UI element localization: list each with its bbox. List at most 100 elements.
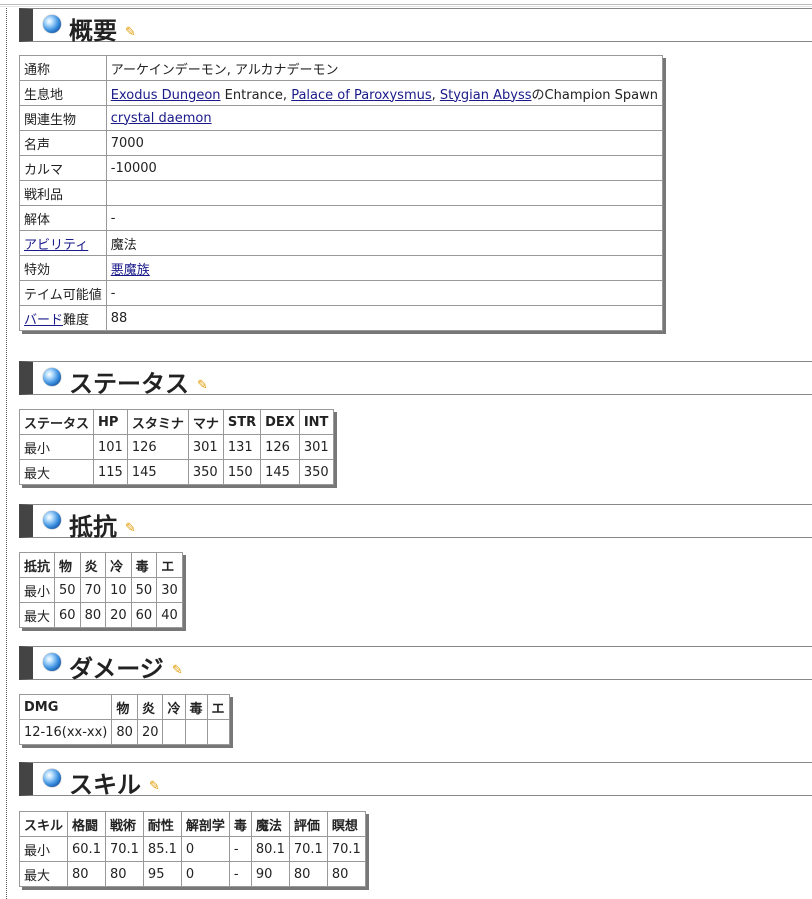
orb-icon <box>43 769 61 787</box>
link-ability[interactable]: アビリティ <box>24 238 88 253</box>
row-value: アーケインデーモン, アルカナデーモン <box>105 55 664 81</box>
link-palace-of-paroxysmus[interactable]: Palace of Paroxysmus <box>291 88 431 103</box>
row-value: 魔法 <box>105 230 664 256</box>
table-cell: 145 <box>126 459 189 485</box>
table-cell: 0 <box>180 861 230 887</box>
section-header-status: ステータス ✎ <box>19 361 812 398</box>
table-cell: - <box>228 836 252 862</box>
table-cell: 85.1 <box>142 836 182 862</box>
orb-icon <box>43 15 61 33</box>
top-border-light <box>0 6 812 7</box>
row-value <box>105 180 664 206</box>
edit-icon[interactable]: ✎ <box>125 25 136 40</box>
table-cell: 126 <box>126 434 189 460</box>
table-row: 特効 悪魔族 <box>19 255 664 281</box>
table-cell: - <box>228 861 252 887</box>
column-header: 耐性 <box>142 811 182 837</box>
row-label: 戦利品 <box>19 180 107 206</box>
column-header: 冷 <box>105 552 132 578</box>
edit-icon[interactable]: ✎ <box>149 779 160 794</box>
table-cell: 101 <box>93 434 128 460</box>
row-value: 悪魔族 <box>105 255 664 281</box>
table-cell: 145 <box>260 459 300 485</box>
column-header: 炎 <box>136 694 164 720</box>
table-header-row: ステータス HP スタミナ マナ STR DEX INT <box>18 409 334 435</box>
column-header: ステータス <box>18 409 95 435</box>
section-header-overview: 概要 ✎ <box>19 8 812 45</box>
row-value: - <box>105 205 664 231</box>
table-cell: 80.1 <box>250 836 290 862</box>
column-header: 物 <box>54 552 81 578</box>
table-cell: 80 <box>104 861 144 887</box>
table-row: テイム可能値 - <box>19 280 664 306</box>
table-row: 通称 アーケインデーモン, アルカナデーモン <box>19 55 664 81</box>
table-row: 関連生物 crystal daemon <box>19 105 664 131</box>
table-cell: 80 <box>111 719 138 745</box>
table-cell: 80 <box>79 602 107 628</box>
column-header: エ <box>156 552 183 578</box>
table-cell: 350 <box>187 459 224 485</box>
table-row: 最小 50 70 10 50 30 <box>18 577 183 603</box>
table-row: 最小 101 126 301 131 126 301 <box>18 434 334 460</box>
column-header: STR <box>222 409 262 435</box>
table-cell: 12-16(xx-xx) <box>18 719 113 745</box>
column-header: エ <box>206 694 230 720</box>
table-row: 最小 60.1 70.1 85.1 0-80.1 70.1 70.1 <box>18 836 366 862</box>
table-cell: 126 <box>260 434 300 460</box>
table-header-row: DMG 物炎冷毒エ <box>18 694 230 720</box>
table-cell: 20 <box>136 719 164 745</box>
table-cell: 80 <box>67 861 106 887</box>
row-label: 通称 <box>19 55 107 81</box>
table-cell: 301 <box>298 434 334 460</box>
edit-icon[interactable]: ✎ <box>197 378 208 393</box>
label-suffix: 難度 <box>63 312 90 328</box>
column-header: スキル <box>18 811 69 837</box>
table-cell: 60 <box>54 602 81 628</box>
edit-icon[interactable]: ✎ <box>125 521 136 536</box>
row-label: カルマ <box>19 155 107 181</box>
table-cell: 10 <box>105 577 132 603</box>
table-cell: 50 <box>130 577 158 603</box>
table-row: 解体 - <box>19 205 664 231</box>
table-row: カルマ -10000 <box>19 155 664 181</box>
section-title-status: ステータス ✎ <box>69 370 208 398</box>
table-row: 最大 60 80 20 60 40 <box>18 602 183 628</box>
column-header: 物 <box>111 694 138 720</box>
link-bard[interactable]: バード <box>24 313 63 328</box>
table-row: 最大 115 145 350 150 145 350 <box>18 459 334 485</box>
table-cell: 301 <box>187 434 224 460</box>
column-header: 瞑想 <box>326 811 366 837</box>
damage-table: DMG 物炎冷毒エ 12-16(xx-xx) 80 20 <box>18 694 230 745</box>
orb-icon <box>43 653 61 671</box>
link-crystal-daemon[interactable]: crystal daemon <box>111 111 212 126</box>
edit-icon[interactable]: ✎ <box>172 663 183 678</box>
table-cell: 30 <box>156 577 183 603</box>
link-demon-type[interactable]: 悪魔族 <box>111 263 150 278</box>
column-header: 評価 <box>288 811 328 837</box>
column-header: 抵抗 <box>18 552 56 578</box>
table-cell: 40 <box>156 602 183 628</box>
table-row: アビリティ 魔法 <box>19 230 664 256</box>
table-header-row: スキル 格闘 戦術 耐性 解剖学毒魔法 評価 瞑想 <box>18 811 366 837</box>
row-value: 7000 <box>105 130 664 156</box>
column-header: INT <box>298 409 334 435</box>
table-cell: 60 <box>130 602 158 628</box>
table-cell: 最大 <box>18 602 56 628</box>
row-label: 名声 <box>19 130 107 156</box>
row-value: -10000 <box>105 155 664 181</box>
section-title-overview: 概要 ✎ <box>69 17 136 45</box>
table-cell: 0 <box>180 836 230 862</box>
table-cell: 最小 <box>18 577 56 603</box>
row-label: バード難度 <box>19 305 107 331</box>
link-exodus-dungeon[interactable]: Exodus Dungeon <box>111 88 221 103</box>
table-cell <box>162 719 186 745</box>
link-stygian-abyss[interactable]: Stygian Abyss <box>440 88 532 103</box>
table-cell: 90 <box>250 861 290 887</box>
status-table: ステータス HP スタミナ マナ STR DEX INT 最小 101 126 301 131 126 3… <box>18 409 334 485</box>
table-cell: 70.1 <box>326 836 366 862</box>
column-header: 毒 <box>130 552 158 578</box>
table-row: 名声 7000 <box>19 130 664 156</box>
column-header: 魔法 <box>250 811 290 837</box>
table-cell: 95 <box>142 861 182 887</box>
table-row: 戦利品 <box>19 180 664 206</box>
